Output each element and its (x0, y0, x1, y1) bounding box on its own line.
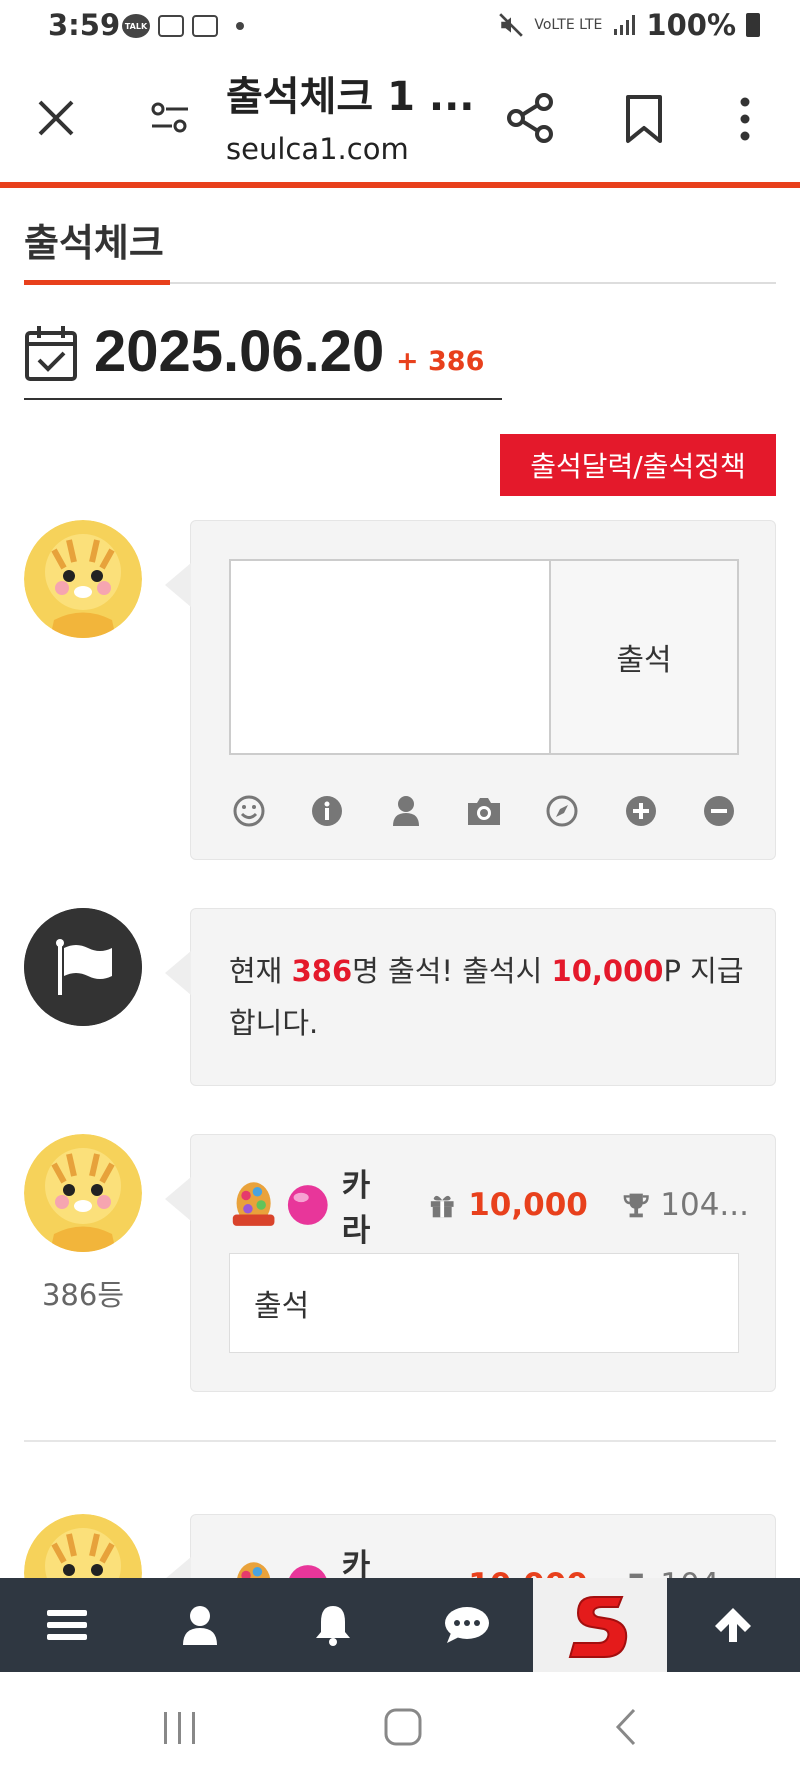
notice-middle: 명 출석! 출석시 (352, 954, 552, 988)
news-icon (192, 15, 218, 37)
comment-composer: 출석 (165, 520, 776, 860)
browser-toolbar: 출석체크 1 ... seulca1.com (0, 56, 800, 184)
rank-label: 386등 (41, 1278, 125, 1312)
bookmark-icon[interactable] (622, 94, 666, 144)
compass-icon[interactable] (542, 791, 582, 831)
news-icon (158, 15, 184, 37)
page-load-accent (0, 182, 800, 188)
share-icon[interactable] (506, 92, 554, 144)
info-icon[interactable] (307, 791, 347, 831)
entry-trophy-value: 104... (660, 1187, 749, 1223)
flag-avatar (24, 908, 142, 1026)
smile-icon[interactable] (229, 791, 269, 831)
more-options-icon[interactable] (730, 94, 760, 144)
entry-points: 10,000 (468, 1187, 588, 1223)
home-icon[interactable] (382, 1706, 424, 1748)
notice-text: 현재 386명 출석! 출석시 10,000P 지급합니다. (229, 945, 749, 1049)
kakaotalk-icon: TALK (122, 14, 150, 38)
calendar-icon (25, 326, 77, 381)
level-badge-icon (232, 1182, 275, 1226)
mute-icon (499, 13, 524, 37)
battery-percent: 100% (646, 8, 736, 42)
entry-divider (24, 1440, 776, 1442)
avatar (24, 1134, 142, 1252)
network-label: VoLTE LTE (534, 17, 603, 33)
plus-circle-icon[interactable] (621, 791, 661, 831)
chat-icon[interactable] (400, 1578, 533, 1672)
site-logo[interactable] (533, 1578, 667, 1672)
composer-toolbar (229, 791, 739, 831)
entry-user-name[interactable]: 카라 (342, 1160, 396, 1250)
notice-count: 386 (291, 954, 353, 988)
attend-submit-button[interactable]: 출석 (549, 559, 739, 755)
notice-prefix: 현재 (229, 954, 292, 988)
user-icon[interactable] (386, 791, 426, 831)
trophy-icon (623, 1193, 649, 1218)
notification-dot (236, 22, 244, 30)
battery-icon (746, 13, 760, 37)
attendance-date-row: 2025.06.20 + 386 (24, 318, 502, 400)
entry-user-row: 카라 10,000 104... (229, 1168, 749, 1249)
attendance-notice: 현재 386명 출석! 출석시 10,000P 지급합니다. (165, 908, 776, 1086)
status-bar: 3:59 TALK VoLTE LTE 100% (0, 0, 800, 56)
board-divider-accent (24, 280, 170, 285)
menu-icon[interactable] (0, 1578, 133, 1672)
tab-title: 출석체크 1 ... (226, 74, 475, 120)
board-title: 출석체크 (24, 221, 164, 265)
system-navigation-bar (0, 1672, 800, 1784)
address-url[interactable]: seulca1.com (226, 132, 409, 166)
attendance-entry: 카라 10,000 104... 출석 (165, 1134, 776, 1392)
bell-icon[interactable] (267, 1578, 400, 1672)
signal-icon (614, 15, 636, 35)
camera-icon[interactable] (464, 791, 504, 831)
entry-message: 출석 (229, 1253, 739, 1353)
bottom-nav (0, 1578, 800, 1672)
arrow-up-icon[interactable] (667, 1578, 800, 1672)
notice-points: 10,000 (551, 954, 664, 988)
avatar (24, 520, 142, 638)
status-time: 3:59 (48, 8, 121, 42)
back-icon[interactable] (612, 1706, 640, 1748)
attendance-count-badge: + 386 (396, 346, 485, 377)
page-settings-icon[interactable] (148, 96, 192, 140)
pink-orb-icon (288, 1185, 328, 1225)
attendance-date: 2025.06.20 (94, 319, 385, 384)
comment-textarea[interactable] (229, 559, 551, 755)
minus-circle-icon[interactable] (699, 791, 739, 831)
recent-apps-icon[interactable] (160, 1708, 200, 1748)
gift-icon (430, 1195, 454, 1218)
user-icon[interactable] (133, 1578, 266, 1672)
close-icon[interactable] (34, 96, 78, 140)
attendance-policy-button[interactable]: 출석달력/출석정책 (500, 434, 776, 496)
